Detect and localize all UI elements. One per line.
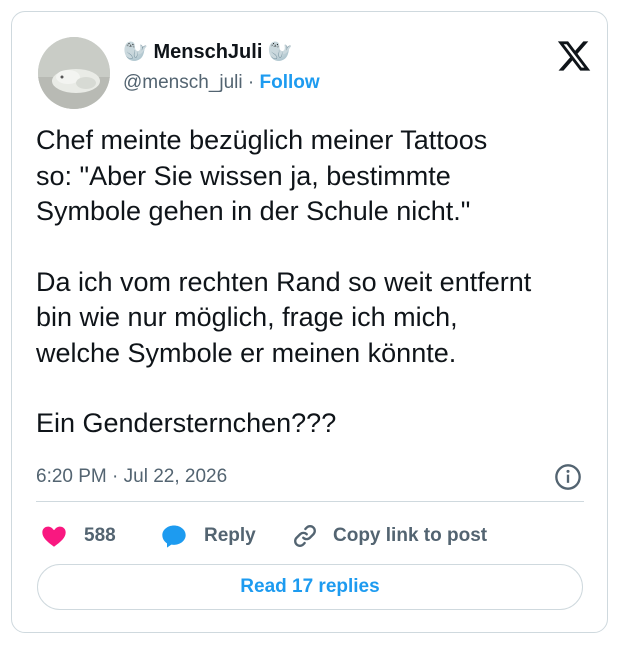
copy-link-button[interactable]: Copy link to post (291, 518, 487, 554)
author-display-name[interactable]: 🦭 MenschJuli 🦭 (123, 38, 293, 66)
author-handle-row: @mensch_juli · Follow (123, 70, 320, 96)
post-paragraph-2: Da ich vom rechten Rand so weit entfernt… (36, 266, 532, 368)
x-logo-icon[interactable] (556, 38, 592, 74)
avatar[interactable] (38, 37, 110, 109)
author-handle[interactable]: @mensch_juli (123, 72, 243, 93)
post-paragraph-1: Chef meinte bezüglich meiner Tattoos so:… (36, 125, 488, 226)
reply-bubble-icon (162, 525, 186, 548)
divider (36, 501, 584, 502)
like-count: 588 (84, 525, 116, 546)
read-replies-button[interactable]: Read 17 replies (37, 564, 583, 610)
handle-separator: · (242, 72, 260, 93)
avatar-image (38, 37, 110, 109)
post-paragraph-3: Ein Gendersternchen??? (36, 408, 337, 438)
info-icon[interactable] (554, 463, 582, 491)
post-timestamp[interactable]: 6:20 PM · Jul 22, 2026 (36, 464, 227, 490)
like-button[interactable]: 588 (40, 518, 116, 554)
read-replies-label: Read 17 replies (240, 576, 380, 597)
copy-link-label: Copy link to post (333, 525, 488, 546)
heart-icon (42, 526, 66, 547)
tweet-card: 🦭 MenschJuli 🦭 @mensch_juli · Follow Che… (11, 11, 608, 633)
reply-button[interactable]: Reply (160, 518, 256, 554)
post-text: Chef meinte bezüglich meiner Tattoos so:… (36, 123, 596, 442)
follow-link[interactable]: Follow (260, 72, 320, 93)
link-icon (294, 525, 316, 547)
reply-label: Reply (204, 525, 256, 546)
